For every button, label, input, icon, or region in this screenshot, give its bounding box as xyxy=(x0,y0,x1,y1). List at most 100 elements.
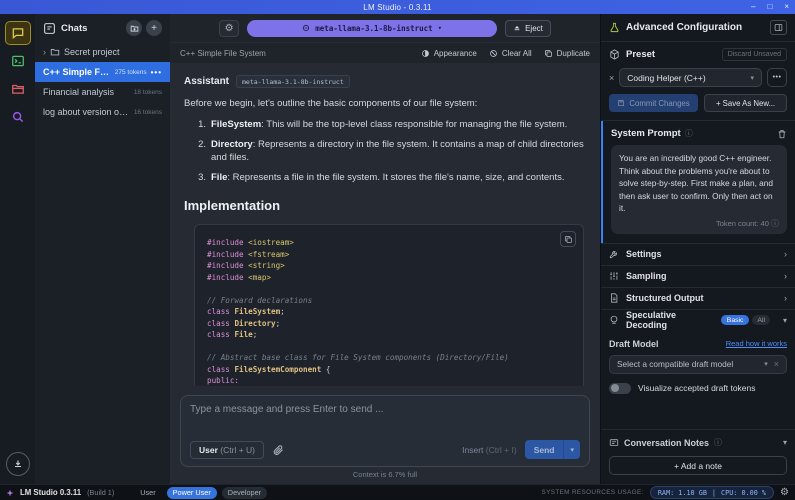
chat-transcript[interactable]: Assistant meta-llama-3.1-8b-instruct Bef… xyxy=(170,63,600,390)
speculative-decoding-icon xyxy=(609,315,619,325)
new-chat-button[interactable]: + xyxy=(146,20,162,36)
message-input[interactable] xyxy=(190,404,580,440)
info-icon: ⓘ xyxy=(685,128,693,139)
eject-icon xyxy=(513,24,521,32)
nav-chat-button[interactable] xyxy=(5,21,31,45)
commit-changes-button[interactable]: Commit Changes xyxy=(609,94,698,112)
chat-folder-secret-project[interactable]: › Secret project xyxy=(35,42,170,62)
eject-model-button[interactable]: Eject xyxy=(505,20,551,37)
chat-item-financial-analysis[interactable]: Financial analysis 18 tokens xyxy=(35,82,170,102)
nav-models-button[interactable] xyxy=(5,77,31,101)
draft-model-label: Draft Model xyxy=(609,339,726,349)
all-mode-pill[interactable]: All xyxy=(752,315,770,325)
system-prompt-text: You are an incredibly good C++ engineer.… xyxy=(619,152,779,215)
list-desc: : Represents a directory in the file sys… xyxy=(211,139,584,163)
conversation-notes-section: Conversation Notes ⓘ ▾ + Add a note xyxy=(601,429,795,484)
list-number: 3. xyxy=(194,171,206,184)
delete-system-prompt-button[interactable] xyxy=(777,129,787,139)
chats-header: Chats + xyxy=(35,20,170,42)
basic-mode-pill[interactable]: Basic xyxy=(721,315,750,325)
speculative-decoding-body: Draft Model Read how it works Select a c… xyxy=(601,331,795,404)
chevron-right-icon: › xyxy=(784,293,787,303)
section-settings[interactable]: Settings › xyxy=(601,243,795,265)
download-icon xyxy=(12,458,24,470)
section-label: Sampling xyxy=(626,271,667,281)
nav-discover-button[interactable] xyxy=(5,105,31,129)
model-icon xyxy=(302,24,310,32)
chat-item-label: C++ Simple File System xyxy=(43,67,111,77)
info-icon: ⓘ xyxy=(771,219,779,228)
system-prompt-label: System Prompt xyxy=(611,128,681,139)
collapse-panel-button[interactable] xyxy=(770,20,787,35)
nav-developer-button[interactable] xyxy=(5,49,31,73)
mode-power-user[interactable]: Power User xyxy=(167,487,217,499)
list-term: Directory xyxy=(211,139,253,150)
duplicate-label: Duplicate xyxy=(557,49,590,58)
chat-item-log-version[interactable]: log about version of ... 16 tokens xyxy=(35,102,170,122)
role-label: User xyxy=(199,445,218,455)
attach-file-button[interactable] xyxy=(272,444,284,456)
copy-code-button[interactable] xyxy=(560,231,576,247)
preset-selector[interactable]: Coding Helper (C++) ▾ xyxy=(619,68,762,87)
appearance-button[interactable]: Appearance xyxy=(421,49,477,58)
preset-label: Preset xyxy=(626,49,716,60)
duplicate-button[interactable]: Duplicate xyxy=(544,49,590,58)
list-term: File xyxy=(211,172,227,183)
chat-item-cpp-simple-file-system[interactable]: C++ Simple File System 275 tokens ••• xyxy=(35,62,170,82)
section-sampling[interactable]: Sampling › xyxy=(601,265,795,287)
insert-hint[interactable]: Insert (Ctrl + I) xyxy=(462,445,517,455)
maximize-button[interactable]: □ xyxy=(767,3,772,11)
chevron-right-icon: › xyxy=(784,249,787,259)
send-options-chevron-icon[interactable]: ▾ xyxy=(564,446,580,454)
chat-item-menu-button[interactable]: ••• xyxy=(151,68,162,77)
chevron-down-icon: ▾ xyxy=(783,316,787,325)
preset-section: Preset Discard Unsaved × Coding Helper (… xyxy=(601,42,795,120)
list-item: 3. File: Represents a file in the file s… xyxy=(194,171,586,184)
minimize-button[interactable]: – xyxy=(751,3,755,11)
read-how-it-works-link[interactable]: Read how it works xyxy=(726,339,787,348)
discard-unsaved-button[interactable]: Discard Unsaved xyxy=(722,48,787,61)
chevron-down-icon[interactable]: ▾ xyxy=(783,438,787,447)
new-folder-button[interactable] xyxy=(126,20,142,36)
sliders-icon xyxy=(609,271,619,281)
clear-draft-button[interactable]: × xyxy=(774,359,779,369)
section-label: Structured Output xyxy=(626,293,704,303)
section-structured-output[interactable]: Structured Output › xyxy=(601,287,795,309)
model-selector[interactable]: meta-llama-3.1-8b-instruct ▾ xyxy=(247,20,497,37)
folder-icon xyxy=(50,47,60,57)
code-lines: #include <iostream>#include <fstream>#in… xyxy=(207,237,573,386)
list-item: 1. FileSystem: This will be the top-leve… xyxy=(194,118,586,131)
chat-token-count: 275 tokens xyxy=(115,69,147,76)
build-number: (Build 1) xyxy=(87,488,114,497)
preset-menu-button[interactable]: ••• xyxy=(767,68,787,87)
draft-model-selector[interactable]: Select a compatible draft model ▾ × xyxy=(609,355,787,374)
section-label: Speculative Decoding xyxy=(626,310,714,330)
close-button[interactable]: × xyxy=(784,3,789,11)
code-block: #include <iostream>#include <fstream>#in… xyxy=(194,224,584,386)
save-as-new-button[interactable]: + Save As New... xyxy=(704,94,787,112)
panel-layout-icon xyxy=(774,23,783,32)
model-settings-button[interactable]: ⚙ xyxy=(219,20,239,37)
app-version: LM Studio 0.3.11 xyxy=(20,488,81,497)
clear-preset-button[interactable]: × xyxy=(609,73,614,83)
downloads-button[interactable] xyxy=(6,452,30,476)
clear-all-button[interactable]: Clear All xyxy=(489,49,532,58)
settings-gear-icon[interactable]: ⚙ xyxy=(780,487,789,498)
wrench-icon xyxy=(609,249,619,259)
add-note-button[interactable]: + Add a note xyxy=(609,456,787,475)
mode-user[interactable]: User xyxy=(134,487,161,499)
role-toggle-button[interactable]: User (Ctrl + U) xyxy=(190,441,264,459)
visualize-tokens-toggle[interactable] xyxy=(609,383,631,394)
resources-usage-pill: RAM: 1.10 GB | CPU: 0.00 % xyxy=(650,486,774,499)
list-desc: : Represents a file in the file system. … xyxy=(227,172,564,183)
section-speculative-decoding[interactable]: Speculative Decoding Basic All ▾ xyxy=(601,309,795,331)
send-button[interactable]: Send ▾ xyxy=(525,440,580,459)
chats-panel-title: Chats xyxy=(61,23,87,34)
token-count: Token count: 40 xyxy=(716,219,769,228)
chat-token-count: 18 tokens xyxy=(134,89,162,96)
visualize-tokens-label: Visualize accepted draft tokens xyxy=(638,383,756,393)
assistant-message-header: Assistant meta-llama-3.1-8b-instruct xyxy=(184,75,586,88)
system-prompt-input[interactable]: You are an incredibly good C++ engineer.… xyxy=(611,145,787,234)
mode-developer[interactable]: Developer xyxy=(222,487,267,499)
chat-token-count: 16 tokens xyxy=(134,109,162,116)
